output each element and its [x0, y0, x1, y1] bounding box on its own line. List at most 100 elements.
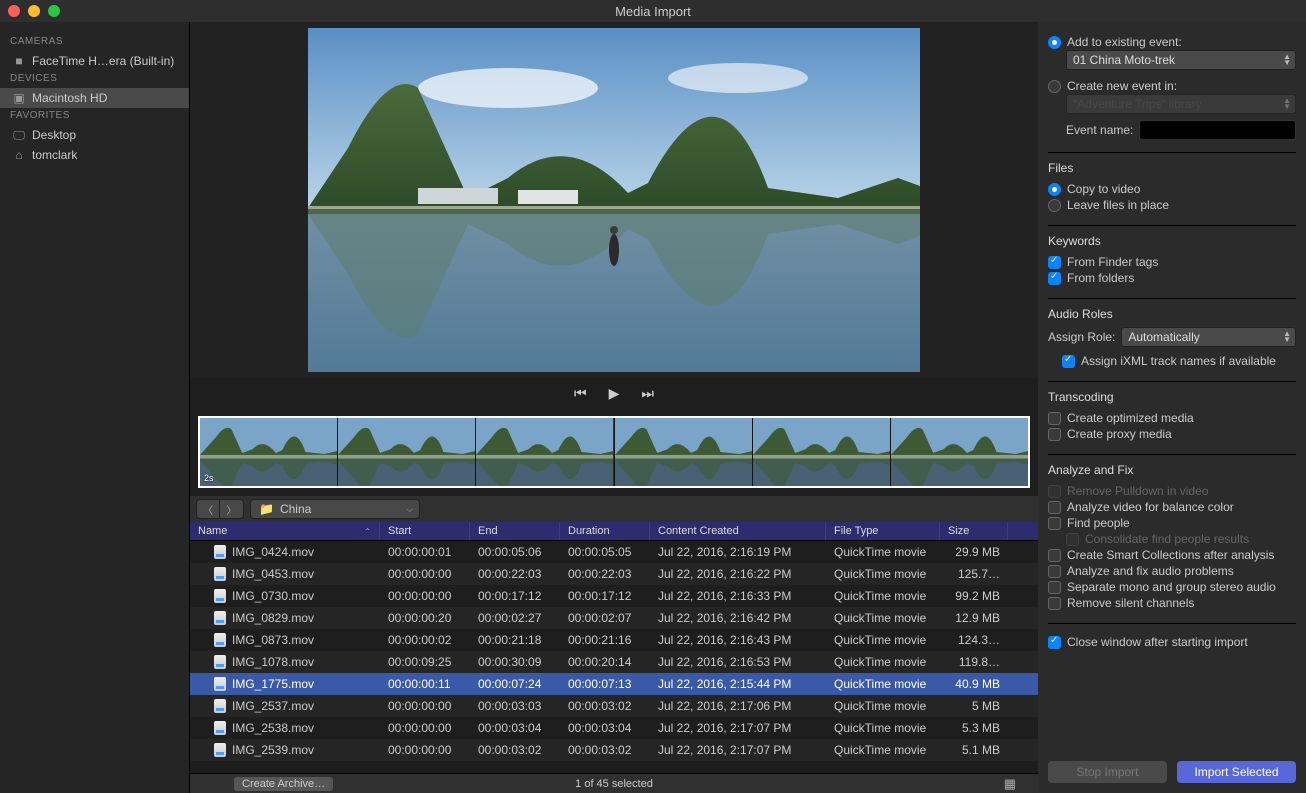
- create-new-radio[interactable]: [1048, 80, 1061, 93]
- filmstrip-frame[interactable]: [752, 418, 890, 486]
- table-row[interactable]: IMG_0453.mov 00:00:00:00 00:00:22:03 00:…: [190, 563, 1038, 585]
- file-name: IMG_0424.mov: [232, 545, 314, 559]
- cell-end: 00:00:03:03: [470, 699, 560, 713]
- cell-size: 5.3 MB: [940, 721, 1008, 735]
- movie-file-icon: [214, 611, 226, 625]
- files-section-title: Files: [1048, 161, 1296, 175]
- import-options-panel: Add to existing event: 01 China Moto-tre…: [1038, 22, 1306, 793]
- existing-event-select[interactable]: 01 China Moto-trek▲▼: [1066, 50, 1296, 70]
- col-size[interactable]: Size: [940, 522, 1008, 540]
- filmstrip-frame[interactable]: [337, 418, 475, 486]
- table-row[interactable]: IMG_1775.mov 00:00:00:11 00:00:07:24 00:…: [190, 673, 1038, 695]
- consolidate-find-checkbox: [1066, 533, 1079, 546]
- cell-duration: 00:00:02:07: [560, 611, 650, 625]
- cell-start: 00:00:00:00: [380, 567, 470, 581]
- movie-file-icon: [214, 545, 226, 559]
- cell-duration: 00:00:03:04: [560, 721, 650, 735]
- cell-created: Jul 22, 2016, 2:16:43 PM: [650, 633, 826, 647]
- sidebar-item[interactable]: ■FaceTime H…era (Built-in): [0, 51, 189, 71]
- create-smart-checkbox[interactable]: [1048, 549, 1061, 562]
- create-optimized-checkbox[interactable]: [1048, 412, 1061, 425]
- add-existing-radio[interactable]: [1048, 36, 1061, 49]
- table-row[interactable]: IMG_2538.mov 00:00:00:00 00:00:03:04 00:…: [190, 717, 1038, 739]
- folder-select[interactable]: 📁 China: [250, 499, 420, 519]
- filmstrip-frame[interactable]: [200, 418, 337, 486]
- assign-ixml-checkbox[interactable]: [1062, 355, 1075, 368]
- table-row[interactable]: IMG_0424.mov 00:00:00:01 00:00:05:06 00:…: [190, 541, 1038, 563]
- sidebar-section-header: FAVORITES: [0, 108, 189, 125]
- sidebar-item[interactable]: ▣Macintosh HD: [0, 88, 189, 108]
- remove-silent-checkbox[interactable]: [1048, 597, 1061, 610]
- table-row[interactable]: IMG_0873.mov 00:00:00:02 00:00:21:18 00:…: [190, 629, 1038, 651]
- preview-area: [190, 22, 1038, 378]
- col-start[interactable]: Start: [380, 522, 470, 540]
- cell-filetype: QuickTime movie: [826, 633, 940, 647]
- filmstrip[interactable]: 2s: [190, 408, 1038, 496]
- movie-file-icon: [214, 721, 226, 735]
- next-button[interactable]: ⏭: [641, 385, 654, 402]
- movie-file-icon: [214, 743, 226, 757]
- col-name[interactable]: Name: [190, 522, 380, 540]
- sidebar-item-label: Macintosh HD: [32, 91, 107, 105]
- stop-import-button[interactable]: Stop Import: [1048, 761, 1167, 783]
- filmstrip-frame[interactable]: [614, 418, 752, 486]
- folder-icon: 📁: [259, 502, 274, 516]
- table-row[interactable]: IMG_0829.mov 00:00:00:20 00:00:02:27 00:…: [190, 607, 1038, 629]
- event-name-input[interactable]: [1139, 120, 1296, 140]
- sidebar: CAMERAS■FaceTime H…era (Built-in)DEVICES…: [0, 22, 190, 793]
- cell-filetype: QuickTime movie: [826, 721, 940, 735]
- import-selected-button[interactable]: Import Selected: [1177, 761, 1296, 783]
- cell-start: 00:00:00:02: [380, 633, 470, 647]
- movie-file-icon: [214, 633, 226, 647]
- col-filetype[interactable]: File Type: [826, 522, 940, 540]
- filmstrip-frame[interactable]: [890, 418, 1028, 486]
- cell-end: 00:00:03:04: [470, 721, 560, 735]
- cell-start: 00:00:00:11: [380, 677, 470, 691]
- cell-size: 5.1 MB: [940, 743, 1008, 757]
- transcoding-section-title: Transcoding: [1048, 390, 1296, 404]
- sidebar-section-header: DEVICES: [0, 71, 189, 88]
- leave-in-place-radio[interactable]: [1048, 199, 1061, 212]
- prev-button[interactable]: ⏮: [574, 385, 587, 402]
- path-bar: 〈 〉 📁 China: [190, 496, 1038, 522]
- copy-to-video-radio[interactable]: [1048, 183, 1061, 196]
- view-mode-icon[interactable]: ▦: [1004, 776, 1016, 792]
- from-finder-checkbox[interactable]: [1048, 256, 1061, 269]
- cell-filetype: QuickTime movie: [826, 699, 940, 713]
- sidebar-item[interactable]: 🖵Desktop: [0, 125, 189, 145]
- monitor-icon: 🖵: [12, 130, 26, 140]
- cell-duration: 00:00:22:03: [560, 567, 650, 581]
- create-proxy-checkbox[interactable]: [1048, 428, 1061, 441]
- play-button[interactable]: ▶: [609, 385, 620, 402]
- sidebar-item[interactable]: ⌂tomclark: [0, 145, 189, 165]
- analyze-audio-checkbox[interactable]: [1048, 565, 1061, 578]
- table-body[interactable]: IMG_0424.mov 00:00:00:01 00:00:05:06 00:…: [190, 541, 1038, 773]
- file-name: IMG_0453.mov: [232, 567, 314, 581]
- separate-mono-checkbox[interactable]: [1048, 581, 1061, 594]
- titlebar[interactable]: Media Import: [0, 0, 1306, 22]
- col-duration[interactable]: Duration: [560, 522, 650, 540]
- table-row[interactable]: IMG_2539.mov 00:00:00:00 00:00:03:02 00:…: [190, 739, 1038, 761]
- assign-role-select[interactable]: Automatically▲▼: [1121, 327, 1296, 347]
- col-end[interactable]: End: [470, 522, 560, 540]
- table-row[interactable]: IMG_0730.mov 00:00:00:00 00:00:17:12 00:…: [190, 585, 1038, 607]
- cell-size: 40.9 MB: [940, 677, 1008, 691]
- filmstrip-frame[interactable]: [475, 418, 613, 486]
- cell-end: 00:00:07:24: [470, 677, 560, 691]
- analyze-balance-checkbox[interactable]: [1048, 501, 1061, 514]
- from-folders-checkbox[interactable]: [1048, 272, 1061, 285]
- find-people-checkbox[interactable]: [1048, 517, 1061, 530]
- table-row[interactable]: IMG_2537.mov 00:00:00:00 00:00:03:03 00:…: [190, 695, 1038, 717]
- file-name: IMG_1078.mov: [232, 655, 314, 669]
- table-row[interactable]: IMG_1078.mov 00:00:09:25 00:00:30:09 00:…: [190, 651, 1038, 673]
- cell-start: 00:00:00:20: [380, 611, 470, 625]
- nav-back-button[interactable]: 〈: [196, 499, 220, 519]
- movie-file-icon: [214, 589, 226, 603]
- cell-start: 00:00:00:00: [380, 589, 470, 603]
- col-created[interactable]: Content Created: [650, 522, 826, 540]
- cell-filetype: QuickTime movie: [826, 545, 940, 559]
- nav-forward-button[interactable]: 〉: [220, 499, 244, 519]
- close-after-checkbox[interactable]: [1048, 636, 1061, 649]
- cell-end: 00:00:05:06: [470, 545, 560, 559]
- cell-created: Jul 22, 2016, 2:16:53 PM: [650, 655, 826, 669]
